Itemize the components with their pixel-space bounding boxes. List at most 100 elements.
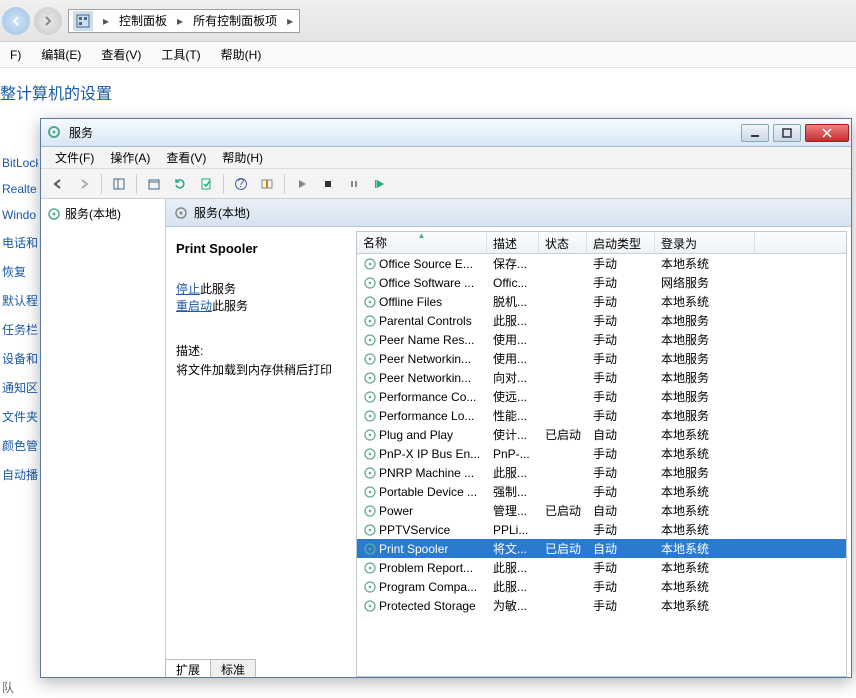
breadcrumb-all-items[interactable]: 所有控制面板项 bbox=[189, 12, 281, 29]
cell-name: PnP-X IP Bus En... bbox=[357, 447, 487, 461]
cell-logon: 本地服务 bbox=[655, 407, 755, 424]
toolbar-restart-button[interactable] bbox=[369, 173, 391, 195]
control-panel-link[interactable]: 默认程 bbox=[2, 292, 38, 309]
tree-services-local[interactable]: 服务(本地) bbox=[45, 203, 161, 224]
service-row[interactable]: Performance Co...使远...手动本地服务 bbox=[357, 387, 846, 406]
nav-forward-button[interactable] bbox=[34, 7, 62, 35]
service-row[interactable]: Offline Files脱机...手动本地系统 bbox=[357, 292, 846, 311]
close-button[interactable] bbox=[805, 124, 849, 142]
toolbar-pause-button[interactable] bbox=[343, 173, 365, 195]
column-logon[interactable]: 登录为 bbox=[655, 232, 755, 253]
service-row[interactable]: Print Spooler将文...已启动自动本地系统 bbox=[357, 539, 846, 558]
column-startup[interactable]: 启动类型 bbox=[587, 232, 655, 253]
cell-logon: 本地服务 bbox=[655, 464, 755, 481]
service-row[interactable]: Program Compa...此服...手动本地系统 bbox=[357, 577, 846, 596]
service-row[interactable]: Problem Report...此服...手动本地系统 bbox=[357, 558, 846, 577]
services-menu-view[interactable]: 查看(V) bbox=[158, 147, 214, 168]
control-panel-link[interactable]: 文件夹 bbox=[2, 408, 38, 425]
detail-header: 服务(本地) bbox=[166, 199, 851, 227]
cell-description: 此服... bbox=[487, 464, 539, 481]
service-row[interactable]: Protected Storage为敏...手动本地系统 bbox=[357, 596, 846, 615]
restart-service-link[interactable]: 重启动 bbox=[176, 299, 212, 313]
control-panel-link[interactable]: 颜色管 bbox=[2, 437, 38, 454]
toolbar-export-button[interactable] bbox=[195, 173, 217, 195]
breadcrumb-control-panel[interactable]: 控制面板 bbox=[115, 12, 171, 29]
service-row[interactable]: Performance Lo...性能...手动本地服务 bbox=[357, 406, 846, 425]
cell-logon: 本地系统 bbox=[655, 426, 755, 443]
toolbar-back-button[interactable] bbox=[47, 173, 69, 195]
service-row[interactable]: Portable Device ...强制...手动本地系统 bbox=[357, 482, 846, 501]
service-row[interactable]: PPTVServicePPLi...手动本地系统 bbox=[357, 520, 846, 539]
services-menu-help[interactable]: 帮助(H) bbox=[214, 147, 271, 168]
cell-description: 使计... bbox=[487, 426, 539, 443]
nav-back-button[interactable] bbox=[2, 7, 30, 35]
service-row[interactable]: Plug and Play使计...已启动自动本地系统 bbox=[357, 425, 846, 444]
minimize-button[interactable] bbox=[741, 124, 769, 142]
service-row[interactable]: Office Software ...Offic...手动网络服务 bbox=[357, 273, 846, 292]
cell-logon: 本地服务 bbox=[655, 312, 755, 329]
service-row[interactable]: Peer Networkin...向对...手动本地服务 bbox=[357, 368, 846, 387]
menu-tools[interactable]: 工具(T) bbox=[151, 43, 210, 66]
service-row[interactable]: Office Source E...保存...手动本地系统 bbox=[357, 254, 846, 273]
toolbar-properties-button[interactable] bbox=[143, 173, 165, 195]
menu-help[interactable]: 帮助(H) bbox=[211, 43, 272, 66]
window-titlebar[interactable]: 服务 bbox=[41, 119, 851, 147]
control-panel-link[interactable]: Windo bbox=[2, 208, 38, 222]
description-text: 将文件加载到内存供稍后打印 bbox=[176, 361, 346, 378]
menu-file[interactable]: F) bbox=[0, 45, 31, 65]
toolbar-separator bbox=[101, 174, 102, 194]
toolbar-show-hide-button[interactable] bbox=[108, 173, 130, 195]
cell-logon: 本地服务 bbox=[655, 331, 755, 348]
menu-edit[interactable]: 编辑(E) bbox=[31, 43, 91, 66]
column-description[interactable]: 描述 bbox=[487, 232, 539, 253]
services-toolbar: ? bbox=[41, 169, 851, 199]
gear-icon bbox=[363, 599, 377, 613]
cell-name: Protected Storage bbox=[357, 599, 487, 613]
menu-view[interactable]: 查看(V) bbox=[91, 43, 151, 66]
control-panel-link[interactable]: 任务栏 bbox=[2, 321, 38, 338]
cell-logon: 本地系统 bbox=[655, 255, 755, 272]
toolbar-refresh-button[interactable] bbox=[169, 173, 191, 195]
cell-startup: 手动 bbox=[587, 312, 655, 329]
service-row[interactable]: Power管理...已启动自动本地系统 bbox=[357, 501, 846, 520]
control-panel-link[interactable]: Realte bbox=[2, 182, 38, 196]
gear-icon bbox=[363, 447, 377, 461]
tab-extended[interactable]: 扩展 bbox=[165, 659, 211, 677]
maximize-button[interactable] bbox=[773, 124, 801, 142]
cell-logon: 本地系统 bbox=[655, 578, 755, 595]
service-row[interactable]: Peer Networkin...使用...手动本地服务 bbox=[357, 349, 846, 368]
cell-name: Portable Device ... bbox=[357, 485, 487, 499]
control-panel-link[interactable]: 设备和 bbox=[2, 350, 38, 367]
toolbar-start-button[interactable] bbox=[291, 173, 313, 195]
list-rows[interactable]: Office Source E...保存...手动本地系统Office Soft… bbox=[357, 254, 846, 676]
cell-logon: 网络服务 bbox=[655, 274, 755, 291]
toolbar-forward-button[interactable] bbox=[73, 173, 95, 195]
service-row[interactable]: Parental Controls此服...手动本地服务 bbox=[357, 311, 846, 330]
stop-service-link[interactable]: 停止 bbox=[176, 282, 200, 296]
control-panel-link[interactable]: 恢复 bbox=[2, 263, 38, 280]
services-menu-action[interactable]: 操作(A) bbox=[102, 147, 158, 168]
cell-name: Performance Co... bbox=[357, 390, 487, 404]
column-status[interactable]: 状态 bbox=[539, 232, 587, 253]
control-panel-link[interactable]: 通知区 bbox=[2, 379, 38, 396]
service-row[interactable]: PNRP Machine ...此服...手动本地服务 bbox=[357, 463, 846, 482]
tab-standard[interactable]: 标准 bbox=[210, 659, 256, 677]
toolbar-stop-button[interactable] bbox=[317, 173, 339, 195]
cell-startup: 手动 bbox=[587, 464, 655, 481]
toolbar-help-button[interactable]: ? bbox=[230, 173, 252, 195]
cell-startup: 手动 bbox=[587, 388, 655, 405]
service-row[interactable]: PnP-X IP Bus En...PnP-...手动本地系统 bbox=[357, 444, 846, 463]
control-panel-link[interactable]: BitLock bbox=[2, 156, 38, 170]
services-menu-file[interactable]: 文件(F) bbox=[47, 147, 102, 168]
cell-description: 此服... bbox=[487, 559, 539, 576]
cell-startup: 手动 bbox=[587, 483, 655, 500]
gear-icon bbox=[363, 485, 377, 499]
breadcrumb[interactable]: ▸ 控制面板 ▸ 所有控制面板项 ▸ bbox=[68, 9, 300, 33]
column-name[interactable]: 名称▲ bbox=[357, 232, 487, 253]
toolbar-console-button[interactable] bbox=[256, 173, 278, 195]
toolbar-separator bbox=[284, 174, 285, 194]
control-panel-link[interactable]: 电话和 bbox=[2, 234, 38, 251]
control-panel-link[interactable]: 自动播 bbox=[2, 466, 38, 483]
service-row[interactable]: Peer Name Res...使用...手动本地服务 bbox=[357, 330, 846, 349]
cell-description: 使用... bbox=[487, 350, 539, 367]
